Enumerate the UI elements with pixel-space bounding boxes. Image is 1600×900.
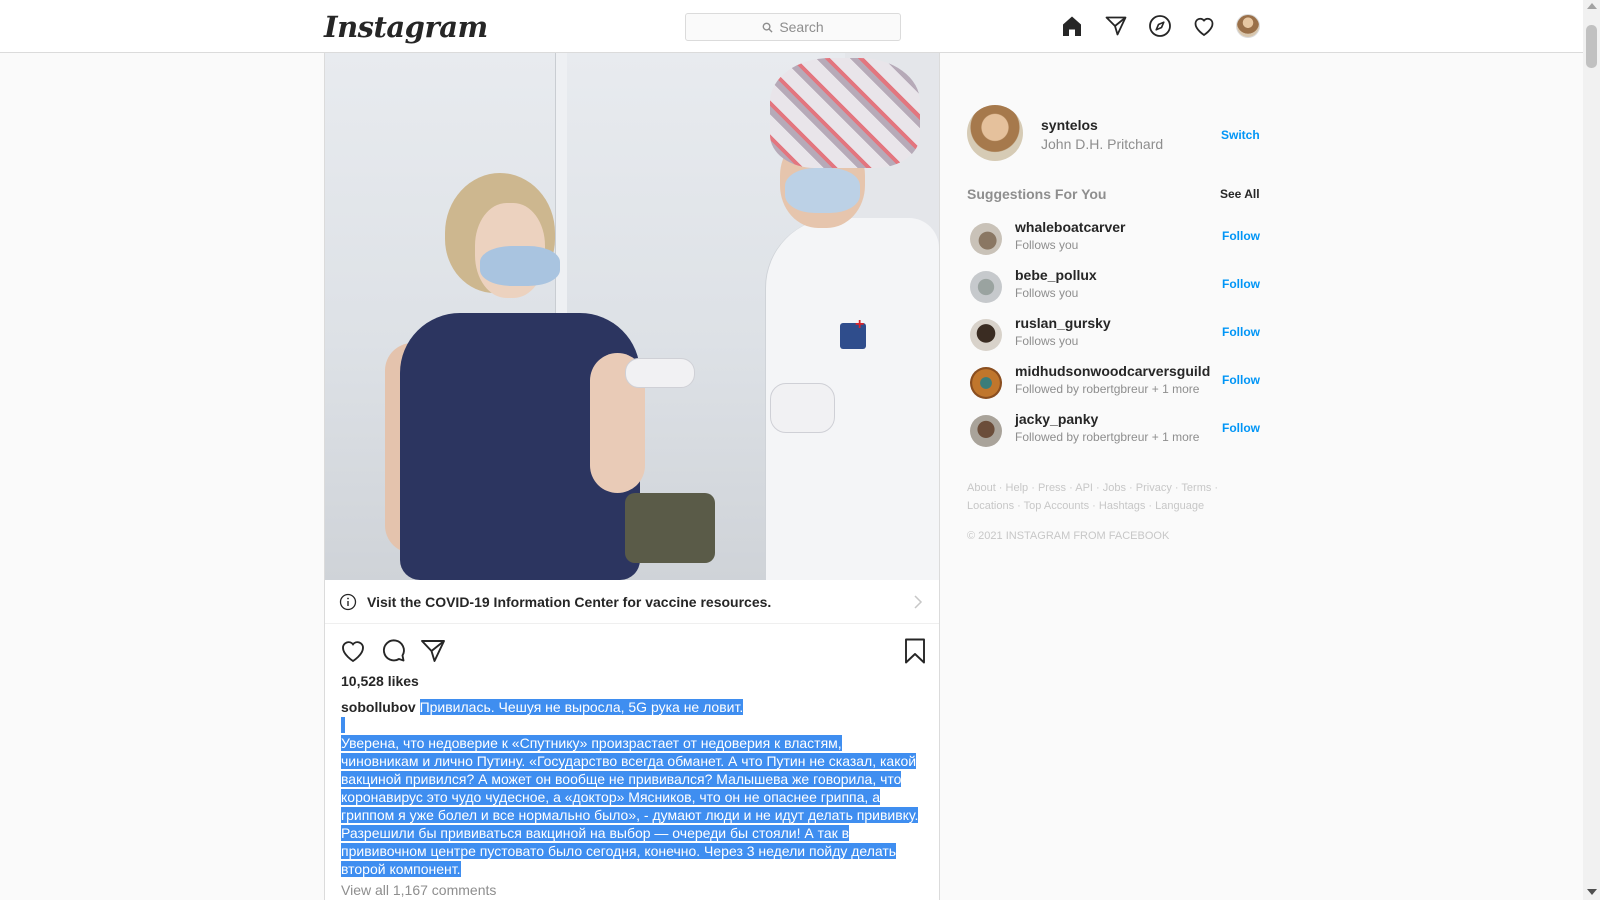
suggestion-row: whaleboatcarver Follows you Follow	[967, 215, 1260, 261]
photo-nurse-cap	[770, 58, 920, 168]
caption-line: вакциной привился? А может он вообще не …	[341, 771, 902, 787]
search-icon	[762, 22, 773, 33]
save-bookmark-icon[interactable]	[901, 637, 929, 665]
follow-button[interactable]: Follow	[1222, 421, 1260, 435]
caption-author[interactable]: sobollubov	[341, 699, 416, 715]
comment-icon[interactable]	[379, 637, 407, 665]
caption-line: гриппом я уже болел и все нормально было…	[341, 807, 919, 823]
caption-line: Разрешили бы прививаться вакциной на выб…	[341, 825, 850, 841]
current-full-name: John D.H. Pritchard	[1041, 136, 1164, 152]
feed-post: + Visit the COVID-19 Information Center …	[324, 53, 940, 900]
footer-link-about[interactable]: About	[967, 482, 996, 494]
photo-bag	[625, 493, 715, 563]
photo-mask	[480, 246, 560, 286]
activity-heart-icon[interactable]	[1192, 14, 1216, 38]
suggestion-subtitle: Follows you	[1015, 334, 1079, 348]
avatar[interactable]	[970, 415, 1002, 447]
direct-icon[interactable]	[1104, 14, 1128, 38]
photo-nurse-mask	[785, 168, 860, 213]
view-all-comments-link[interactable]: View all 1,167 comments	[341, 882, 496, 898]
search-placeholder: Search	[779, 19, 824, 35]
footer-link-press[interactable]: Press	[1038, 482, 1066, 494]
suggestion-subtitle: Follows you	[1015, 238, 1079, 252]
like-heart-icon[interactable]	[339, 637, 367, 665]
suggestion-subtitle: Followed by robertgbreur + 1 more	[1015, 430, 1200, 444]
avatar[interactable]	[970, 223, 1002, 255]
suggestion-row: bebe_pollux Follows you Follow	[967, 263, 1260, 309]
share-icon[interactable]	[419, 637, 447, 665]
switch-account-button[interactable]: Switch	[1221, 128, 1260, 142]
like-count[interactable]: 10,528 likes	[341, 673, 419, 689]
footer-link-privacy[interactable]: Privacy	[1136, 482, 1172, 494]
follow-button[interactable]: Follow	[1222, 229, 1260, 243]
copyright: © 2021 INSTAGRAM FROM FACEBOOK	[967, 530, 1170, 542]
covid-banner-text: Visit the COVID-19 Information Center fo…	[367, 593, 772, 610]
photo-cross-icon: +	[855, 316, 865, 333]
chevron-right-icon	[914, 595, 923, 609]
avatar[interactable]	[970, 319, 1002, 351]
search-input[interactable]: Search	[685, 13, 901, 41]
scrollbar-thumb[interactable]	[1586, 25, 1597, 68]
suggestion-username[interactable]: midhudsonwoodcarversguild	[1015, 363, 1210, 379]
home-icon[interactable]	[1060, 14, 1084, 38]
suggestion-row: jacky_panky Followed by robertgbreur + 1…	[967, 407, 1260, 453]
info-icon	[339, 593, 357, 610]
suggestions-title: Suggestions For You	[967, 186, 1107, 202]
caption-line: второй компонент.	[341, 861, 461, 877]
footer-link-hashtags[interactable]: Hashtags	[1099, 500, 1145, 512]
suggestion-subtitle: Followed by robertgbreur + 1 more	[1015, 382, 1200, 396]
caption-first-line: Привилась. Чешуя не выросла, 5G рука не …	[419, 699, 744, 715]
top-nav-bar: Instagram Search	[0, 0, 1583, 53]
suggestion-username[interactable]: ruslan_gursky	[1015, 315, 1111, 331]
caption-line: коронавирус это чудо чудесное, а «доктор…	[341, 789, 880, 805]
footer-link-help[interactable]: Help	[1006, 482, 1029, 494]
caption-line: чиновникам и лично Путину. «Государство …	[341, 753, 917, 769]
current-username[interactable]: syntelos	[1041, 117, 1098, 133]
suggestion-row: midhudsonwoodcarversguild Followed by ro…	[967, 359, 1260, 405]
follow-button[interactable]: Follow	[1222, 325, 1260, 339]
nav-icons	[1060, 14, 1260, 38]
suggestion-username[interactable]: jacky_panky	[1015, 411, 1098, 427]
covid-info-banner[interactable]: Visit the COVID-19 Information Center fo…	[325, 580, 939, 624]
explore-icon[interactable]	[1148, 14, 1172, 38]
suggestion-username[interactable]: whaleboatcarver	[1015, 219, 1126, 235]
footer-link-language[interactable]: Language	[1155, 500, 1204, 512]
photo-glove	[625, 358, 695, 388]
follow-button[interactable]: Follow	[1222, 277, 1260, 291]
caption-line: Уверена, что недоверие к «Спутнику» прои…	[341, 735, 842, 751]
footer-link-jobs[interactable]: Jobs	[1103, 482, 1126, 494]
suggestion-row: ruslan_gursky Follows you Follow	[967, 311, 1260, 357]
follow-button[interactable]: Follow	[1222, 373, 1260, 387]
caption-line: прививочном центре пустовато было сегодн…	[341, 843, 897, 859]
avatar[interactable]	[970, 271, 1002, 303]
current-user-avatar[interactable]	[967, 105, 1023, 161]
footer-link-top-accounts[interactable]: Top Accounts	[1024, 500, 1089, 512]
avatar[interactable]	[970, 367, 1002, 399]
post-actions	[339, 637, 929, 667]
instagram-logo[interactable]: Instagram	[324, 10, 488, 44]
footer-link-terms[interactable]: Terms	[1181, 482, 1211, 494]
footer-link-locations[interactable]: Locations	[967, 500, 1014, 512]
scroll-down-arrow-icon[interactable]	[1587, 889, 1597, 895]
suggestion-subtitle: Follows you	[1015, 286, 1079, 300]
scrollbar-track[interactable]	[1583, 0, 1600, 900]
photo-glove	[770, 383, 835, 433]
footer-link-api[interactable]: API	[1075, 482, 1093, 494]
footer-links: About · Help · Press · API · Jobs · Priv…	[967, 482, 1219, 512]
caption-blank-line	[341, 716, 921, 734]
post-caption: sobollubov Привилась. Чешуя не выросла, …	[341, 698, 921, 878]
suggestion-username[interactable]: bebe_pollux	[1015, 267, 1097, 283]
profile-avatar[interactable]	[1236, 14, 1260, 38]
post-photo[interactable]: +	[325, 53, 939, 580]
scroll-up-arrow-icon[interactable]	[1587, 3, 1597, 9]
see-all-link[interactable]: See All	[1220, 187, 1260, 201]
avatar	[1236, 14, 1260, 38]
